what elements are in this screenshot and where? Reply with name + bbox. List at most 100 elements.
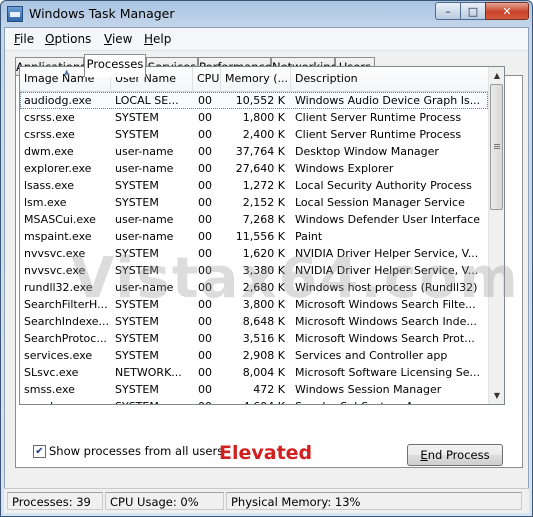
- process-description: Windows Audio Device Graph Is...: [295, 94, 481, 107]
- table-row[interactable]: explorer.exe user-name 00 27,640 K Windows E…: [20, 160, 488, 177]
- table-row[interactable]: dwm.exe user-name 00 37,764 K Desktop Window…: [20, 143, 488, 160]
- maximize-icon: □: [467, 4, 479, 18]
- process-user-name: user-name: [115, 162, 174, 175]
- table-row[interactable]: SearchProtoc... SYSTEM 00 3,516 K Microsoft …: [20, 330, 488, 347]
- show-all-users-label: Show processes from all users: [49, 444, 224, 458]
- process-memory: 37,764 K: [235, 145, 285, 158]
- vertical-scrollbar[interactable]: ▲ ▼: [488, 67, 504, 404]
- menu-view[interactable]: View: [104, 32, 132, 46]
- end-process-button[interactable]: End Process: [407, 444, 503, 466]
- close-button[interactable]: ✕: [485, 2, 529, 20]
- scroll-down-icon[interactable]: ▼: [489, 387, 504, 404]
- process-cpu: 00: [198, 398, 218, 404]
- checkbox-checkmark-icon[interactable]: ✔: [33, 445, 46, 458]
- process-image-name: explorer.exe: [24, 162, 92, 175]
- process-description: Windows Explorer: [295, 162, 394, 175]
- table-row[interactable]: MSASCui.exe user-name 00 7,268 K Windows Def…: [20, 211, 488, 228]
- process-rows: audiodg.exe LOCAL SE... 00 10,552 K Windows …: [20, 92, 488, 404]
- process-image-name: SearchFilterH...: [24, 298, 108, 311]
- process-description: Microsoft Windows Search Prot...: [295, 332, 475, 345]
- column-memory[interactable]: Memory (...: [221, 67, 291, 91]
- menu-help[interactable]: Help: [144, 32, 171, 46]
- process-cpu: 00: [198, 315, 212, 328]
- table-row[interactable]: services.exe SYSTEM 00 2,908 K Services and …: [20, 347, 488, 364]
- table-row[interactable]: nvvsvc.exe SYSTEM 00 3,380 K NVIDIA Driver H…: [20, 262, 488, 279]
- column-cpu[interactable]: CPU: [193, 67, 221, 91]
- process-image-name: dwm.exe: [24, 145, 74, 158]
- process-cpu: 00: [198, 298, 212, 311]
- status-physical-memory: Physical Memory: 13%: [226, 492, 522, 510]
- process-user-name: SYSTEM: [115, 349, 159, 362]
- process-user-name: user-name: [115, 281, 174, 294]
- table-row[interactable]: mspaint.exe user-name 00 11,556 K Paint: [20, 228, 488, 245]
- process-description: Spooler SubSystem App: [295, 398, 485, 404]
- table-row[interactable]: SearchFilterH... SYSTEM 00 3,800 K Microsoft…: [20, 296, 488, 313]
- process-description: Microsoft Windows Search Filte...: [295, 298, 476, 311]
- process-image-name: lsm.exe: [24, 196, 67, 209]
- table-row[interactable]: csrss.exe SYSTEM 00 2,400 K Client Server Ru…: [20, 126, 488, 143]
- process-memory: 2,908 K: [242, 349, 285, 362]
- window-title: Windows Task Manager: [29, 6, 175, 21]
- process-image-name: csrss.exe: [24, 111, 75, 124]
- scroll-up-icon[interactable]: ▲: [489, 67, 504, 84]
- process-image-name: mspaint.exe: [24, 230, 92, 243]
- process-image-name: SearchProtoc...: [24, 332, 107, 345]
- process-cpu: 00: [198, 162, 212, 175]
- table-row[interactable]: lsass.exe SYSTEM 00 1,272 K Local Security A…: [20, 177, 488, 194]
- table-row[interactable]: audiodg.exe LOCAL SE... 00 10,552 K Windows …: [20, 92, 488, 109]
- process-memory: 3,380 K: [242, 264, 285, 277]
- table-row[interactable]: csrss.exe SYSTEM 00 1,800 K Client Server Ru…: [20, 109, 488, 126]
- tab-processes[interactable]: Processes: [84, 54, 146, 77]
- process-memory: 1,272 K: [242, 179, 285, 192]
- process-description: Client Server Runtime Process: [295, 111, 462, 124]
- process-cpu: 00: [198, 332, 212, 345]
- process-memory: 472 K: [253, 383, 285, 396]
- task-manager-window: Windows Task Manager – □ ✕ File Options …: [0, 0, 533, 517]
- table-row[interactable]: lsm.exe SYSTEM 00 2,152 K Local Session Mana…: [20, 194, 488, 211]
- process-memory: 2,400 K: [242, 128, 285, 141]
- process-user-name: SYSTEM: [115, 111, 159, 124]
- process-image-name: smss.exe: [24, 383, 75, 396]
- process-image-name: spoolsv.exe: [24, 398, 110, 404]
- process-cpu: 00: [198, 94, 212, 107]
- process-memory: 1,800 K: [242, 111, 285, 124]
- scroll-thumb[interactable]: [490, 84, 503, 210]
- process-user-name: SYSTEM: [115, 315, 159, 328]
- process-cpu: 00: [198, 145, 212, 158]
- process-image-name: SLsvc.exe: [24, 366, 79, 379]
- process-cpu: 00: [198, 281, 212, 294]
- process-cpu: 00: [198, 230, 212, 243]
- maximize-button[interactable]: □: [460, 2, 486, 20]
- menu-file[interactable]: File: [14, 32, 34, 46]
- process-description: Local Session Manager Service: [295, 196, 465, 209]
- process-user-name: NETWORK...: [115, 366, 182, 379]
- process-list[interactable]: Image Name ▲ User Name CPU Memory (... D…: [19, 66, 505, 405]
- menu-bar: File Options View Help: [5, 28, 528, 51]
- menu-options[interactable]: Options: [45, 32, 91, 46]
- table-row[interactable]: smss.exe SYSTEM 00 472 K Windows Session Man…: [20, 381, 488, 398]
- table-row[interactable]: rundll32.exe user-name 00 2,680 K Windows ho…: [20, 279, 488, 296]
- process-description: Client Server Runtime Process: [295, 128, 462, 141]
- status-cpu-usage: CPU Usage: 0%: [105, 492, 224, 510]
- task-manager-icon: [7, 6, 23, 22]
- title-bar[interactable]: Windows Task Manager – □ ✕: [1, 1, 532, 27]
- process-description: NVIDIA Driver Helper Service, V...: [295, 247, 479, 260]
- sort-ascending-icon: ▲: [64, 68, 70, 76]
- table-row[interactable]: spoolsv.exe SYSTEM 00 4,604 K Spooler SubSys…: [20, 398, 488, 404]
- table-row[interactable]: SearchIndexe... SYSTEM 00 8,648 K Microsoft …: [20, 313, 488, 330]
- elevated-label: Elevated: [219, 442, 313, 464]
- column-description[interactable]: Description: [291, 67, 488, 91]
- minimize-button[interactable]: –: [435, 2, 461, 20]
- process-user-name: SYSTEM: [115, 264, 159, 277]
- table-row[interactable]: nvvsvc.exe SYSTEM 00 1,620 K NVIDIA Driver H…: [20, 245, 488, 262]
- minimize-icon: –: [445, 4, 451, 18]
- process-cpu: 00: [198, 349, 212, 362]
- process-cpu: 00: [198, 264, 212, 277]
- process-description: Microsoft Software Licensing Se...: [295, 366, 480, 379]
- process-user-name: SYSTEM: [115, 128, 159, 141]
- process-user-name: SYSTEM: [115, 247, 159, 260]
- process-cpu: 00: [198, 128, 212, 141]
- process-description: Services and Controller app: [295, 349, 448, 362]
- process-cpu: 00: [198, 196, 212, 209]
- table-row[interactable]: SLsvc.exe NETWORK... 00 8,004 K Microsoft So…: [20, 364, 488, 381]
